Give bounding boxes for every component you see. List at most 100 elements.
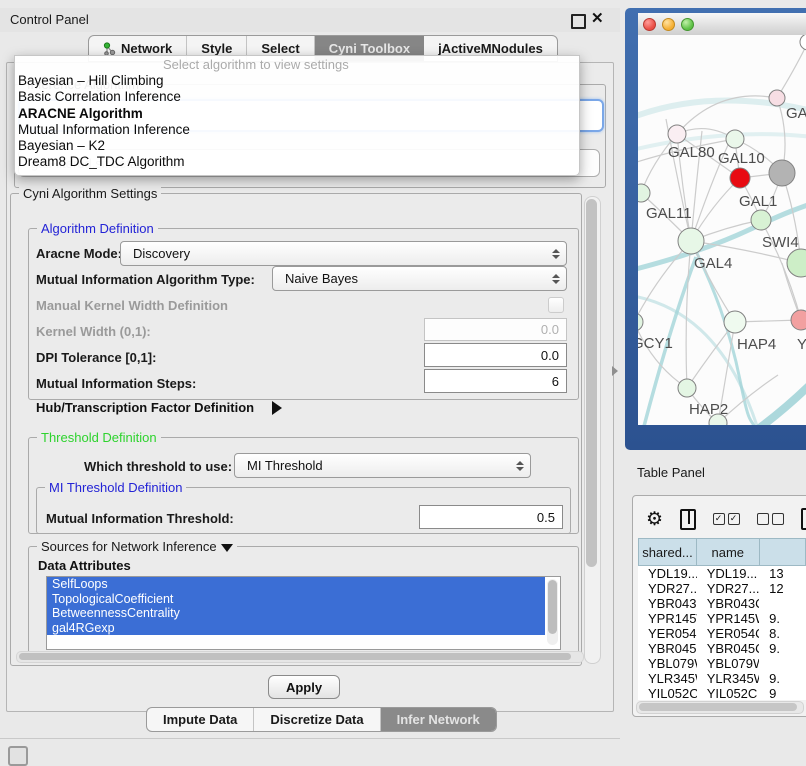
node-table[interactable]: shared...name YDL19...YDL19...13YDR27...… <box>638 538 806 700</box>
table-row[interactable]: YBR043CYBR043C <box>638 596 806 611</box>
network-node-gal4[interactable] <box>678 228 704 254</box>
algorithm-option[interactable]: Mutual Information Inference <box>15 122 579 138</box>
network-node-hap2[interactable] <box>678 379 696 397</box>
settings-scroll-thumb[interactable] <box>586 199 597 567</box>
table-row[interactable]: YDR27...YDR27...12 <box>638 581 806 596</box>
network-node-gal10[interactable] <box>726 130 744 148</box>
algorithm-option[interactable]: Bayesian – Hill Climbing <box>15 73 579 89</box>
network-node-hap4[interactable] <box>724 311 746 333</box>
network-window-titlebar[interactable] <box>638 13 806 36</box>
settings-horizontal-scrollbar[interactable] <box>16 651 584 663</box>
data-attributes-label: Data Attributes <box>38 558 131 573</box>
network-edge[interactable] <box>686 241 691 388</box>
bottom-tab-impute-data[interactable]: Impute Data <box>147 708 254 731</box>
attribute-item-selected[interactable]: gal4RGexp <box>47 621 545 636</box>
network-edge[interactable] <box>777 42 806 98</box>
attributes-vertical-scrollbar[interactable] <box>547 579 558 645</box>
window-close-icon[interactable] <box>643 18 656 31</box>
dpi-tolerance-input[interactable]: 0.0 <box>424 343 567 367</box>
stepper-icon <box>552 274 560 284</box>
new-table-icon[interactable] <box>801 508 806 530</box>
attribute-item-selected[interactable]: BetweennessCentrality <box>47 606 545 621</box>
aracne-mode-value: Discovery <box>133 246 190 261</box>
settings-vertical-scrollbar[interactable] <box>584 196 601 664</box>
aracne-mode-combobox[interactable]: Discovery <box>120 241 567 266</box>
table-row[interactable]: YBR045CYBR045C9. <box>638 641 806 656</box>
kernel-width-input[interactable]: 0.0 <box>424 318 567 341</box>
attribute-item-selected[interactable]: TopologicalCoefficient <box>47 592 545 607</box>
node-label: GAL11 <box>646 205 692 222</box>
network-edge[interactable] <box>687 322 735 388</box>
table-row[interactable]: YLR345WYLR345W9. <box>638 671 806 686</box>
network-node-gal1[interactable] <box>730 168 750 188</box>
column-header-shared[interactable]: shared... <box>638 538 697 566</box>
network-canvas[interactable]: GALGAL80GAL10GAL1GAL11SWI4GAL4GCY1HAP4YH… <box>638 35 806 425</box>
select-all-icon[interactable]: ✓✓ <box>713 513 740 525</box>
column-header-name[interactable]: name <box>697 538 760 566</box>
attribute-item-selected[interactable]: SelfLoops <box>47 577 545 592</box>
window-zoom-icon[interactable] <box>681 18 694 31</box>
node-label: GAL1 <box>739 193 777 210</box>
mi-steps-input[interactable]: 6 <box>424 369 567 393</box>
hub-definition-label[interactable]: Hub/Transcription Factor Definition <box>36 400 254 415</box>
control-panel: Control Panel ✕ NetworkStyleSelectCyni T… <box>0 8 620 739</box>
column-header[interactable] <box>760 538 806 566</box>
algorithm-option[interactable]: ARACNE Algorithm <box>15 106 579 122</box>
algorithm-option[interactable]: Bayesian – K2 <box>15 138 579 154</box>
bottom-tab-infer-network[interactable]: Infer Network <box>381 708 496 731</box>
table-row[interactable]: YIL052CYIL052C9 <box>638 686 806 700</box>
table-cell: YPR145W <box>638 611 697 626</box>
network-edge-highlighted[interactable] <box>638 134 806 151</box>
data-attributes-list[interactable]: SelfLoopsTopologicalCoefficientBetweenne… <box>46 576 561 650</box>
threshold-definition-title: Threshold Definition <box>37 430 161 445</box>
network-node[interactable] <box>800 35 806 50</box>
collapse-arrow-icon[interactable] <box>221 544 233 552</box>
which-threshold-combobox[interactable]: MI Threshold <box>234 453 531 478</box>
close-panel-icon[interactable]: ✕ <box>591 9 604 27</box>
table-row[interactable]: YER054CYER054C8. <box>638 626 806 641</box>
network-node-gcy1[interactable] <box>638 313 643 331</box>
algorithm-option[interactable]: Basic Correlation Inference <box>15 89 579 105</box>
table-cell: 13 <box>759 566 806 581</box>
network-node-y[interactable] <box>791 310 806 330</box>
settings-hscroll-thumb[interactable] <box>19 653 571 660</box>
table-row[interactable]: YPR145WYPR145W9. <box>638 611 806 626</box>
table-horizontal-scrollbar[interactable] <box>636 701 804 714</box>
sources-group-title[interactable]: Sources for Network Inference <box>37 539 237 554</box>
table-cell: YLR345W <box>697 671 759 686</box>
table-cell: YIL052C <box>638 686 697 700</box>
algorithm-placeholder: Select algorithm to view settings <box>15 56 579 73</box>
apply-button[interactable]: Apply <box>268 675 340 699</box>
table-cell: YBL079W <box>638 656 697 671</box>
minimized-panel-icon[interactable] <box>8 746 28 766</box>
table-row[interactable]: YDL19...YDL19...13 <box>638 566 806 581</box>
table-cell: 12 <box>759 581 806 596</box>
panel-divider-arrow-icon[interactable] <box>612 366 618 376</box>
manual-kernel-checkbox[interactable] <box>548 297 564 313</box>
bottom-tab-discretize-data[interactable]: Discretize Data <box>254 708 380 731</box>
control-panel-title: Control Panel <box>10 12 89 27</box>
mi-type-combobox[interactable]: Naive Bayes <box>272 266 567 291</box>
split-columns-icon[interactable] <box>680 509 695 530</box>
table-hscroll-thumb[interactable] <box>639 703 797 711</box>
network-graph[interactable]: GALGAL80GAL10GAL1GAL11SWI4GAL4GCY1HAP4YH… <box>638 35 806 425</box>
mi-threshold-input[interactable]: 0.5 <box>419 505 563 529</box>
node-label: GAL10 <box>718 150 765 167</box>
table-row[interactable]: YBL079WYBL079W <box>638 656 806 671</box>
network-node[interactable] <box>769 160 795 186</box>
network-node[interactable] <box>787 249 806 277</box>
float-window-icon[interactable] <box>571 14 586 29</box>
table-cell: YER054C <box>638 626 697 641</box>
tab-label: Select <box>261 41 299 56</box>
expand-arrow-icon[interactable] <box>272 401 282 415</box>
network-node-gal80[interactable] <box>668 125 686 143</box>
network-node-gal[interactable] <box>769 90 785 106</box>
attributes-scroll-thumb[interactable] <box>548 580 557 634</box>
algorithm-option[interactable]: Dream8 DC_TDC Algorithm <box>15 154 579 170</box>
algorithm-dropdown-popup: Select algorithm to view settings Bayesi… <box>14 55 580 176</box>
network-node-swi4[interactable] <box>751 210 771 230</box>
deselect-all-icon[interactable] <box>757 513 784 525</box>
node-label: GAL <box>786 105 806 122</box>
gear-icon[interactable]: ⚙ <box>646 510 663 529</box>
window-minimize-icon[interactable] <box>662 18 675 31</box>
